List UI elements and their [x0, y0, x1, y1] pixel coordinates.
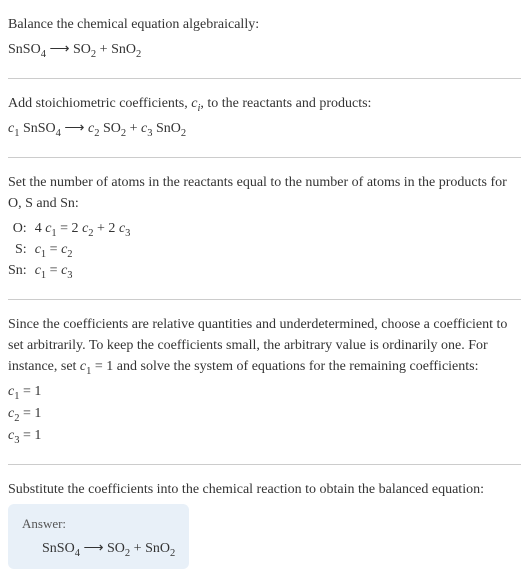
eq-s: c1 = c2 [35, 239, 131, 260]
problem-intro: Balance the chemical equation algebraica… [8, 14, 521, 35]
equation-with-coeffs: c1 SnSO4 ⟶ c2 SO2 + c3 SnO2 [8, 118, 521, 139]
section-solve: Since the coefficients are relative quan… [8, 308, 521, 456]
section-atom-balance: Set the number of atoms in the reactants… [8, 166, 521, 291]
section-coefficients: Add stoichiometric coefficients, ci, to … [8, 87, 521, 149]
c2-value: c2 = 1 [8, 403, 521, 424]
label-s: S: [8, 239, 35, 260]
product-1: SO2 [73, 42, 96, 57]
divider [8, 299, 521, 300]
answer-box: Answer: SnSO4 ⟶ SO2 + SnO2 [8, 504, 189, 569]
unbalanced-equation: SnSO4 ⟶ SO2 + SnO2 [8, 39, 521, 60]
reactant-1: SnSO4 [8, 42, 46, 57]
plus: + [96, 42, 111, 57]
atom-balance-intro: Set the number of atoms in the reactants… [8, 172, 521, 214]
divider [8, 464, 521, 465]
label-o: O: [8, 218, 35, 239]
solve-intro: Since the coefficients are relative quan… [8, 314, 521, 377]
arrow: ⟶ [46, 42, 73, 57]
product-2: SnO2 [111, 42, 141, 57]
section-answer: Substitute the coefficients into the che… [8, 473, 521, 575]
answer-label: Answer: [22, 514, 175, 534]
eq-sn: c1 = c3 [35, 260, 131, 281]
row-tin: Sn: c1 = c3 [8, 260, 130, 281]
coefficients-intro: Add stoichiometric coefficients, ci, to … [8, 93, 521, 114]
divider [8, 157, 521, 158]
section-problem: Balance the chemical equation algebraica… [8, 8, 521, 70]
balanced-equation: SnSO4 ⟶ SO2 + SnO2 [22, 538, 175, 559]
c3-value: c3 = 1 [8, 425, 521, 446]
atom-balance-table: O: 4 c1 = 2 c2 + 2 c3 S: c1 = c2 Sn: c1 … [8, 218, 130, 281]
answer-intro: Substitute the coefficients into the che… [8, 479, 521, 500]
c1-value: c1 = 1 [8, 381, 521, 402]
divider [8, 78, 521, 79]
row-oxygen: O: 4 c1 = 2 c2 + 2 c3 [8, 218, 130, 239]
row-sulfur: S: c1 = c2 [8, 239, 130, 260]
label-sn: Sn: [8, 260, 35, 281]
eq-o: 4 c1 = 2 c2 + 2 c3 [35, 218, 131, 239]
coefficient-solutions: c1 = 1 c2 = 1 c3 = 1 [8, 381, 521, 446]
